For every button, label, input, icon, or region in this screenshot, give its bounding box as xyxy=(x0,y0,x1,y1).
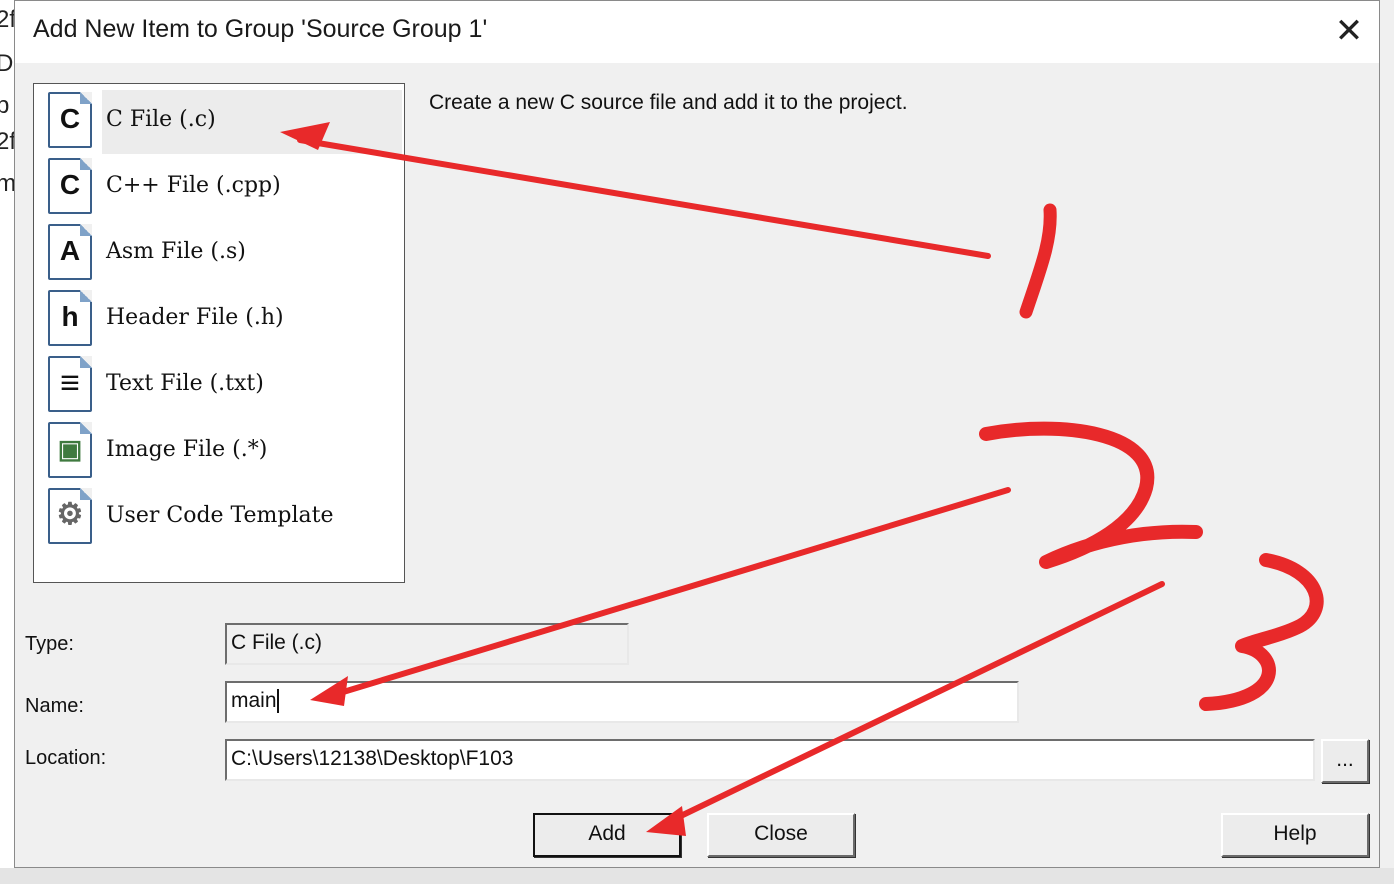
file-type-list[interactable]: C C File (.c) C C++ File (.cpp) A Asm Fi… xyxy=(33,83,405,583)
help-button[interactable]: Help xyxy=(1221,813,1369,857)
add-button[interactable]: Add xyxy=(533,813,681,857)
list-item-label: C File (.c) xyxy=(102,90,402,154)
list-item-label: C++ File (.cpp) xyxy=(106,173,281,198)
list-item-cpp-file[interactable]: C C++ File (.cpp) xyxy=(34,154,404,220)
dialog-title: Add New Item to Group 'Source Group 1' xyxy=(33,15,488,43)
location-input[interactable]: C:\Users\12138\Desktop\F103 xyxy=(225,739,1315,781)
browse-button[interactable]: ... xyxy=(1321,739,1369,783)
add-new-item-dialog: Add New Item to Group 'Source Group 1' ✕… xyxy=(14,0,1380,868)
list-item-label: Asm File (.s) xyxy=(106,239,246,264)
background-text: p xyxy=(0,92,10,119)
type-label: Type: xyxy=(25,633,74,655)
name-input[interactable]: main xyxy=(225,681,1019,723)
list-item-image-file[interactable]: ▣ Image File (.*) xyxy=(34,418,404,484)
close-icon[interactable]: ✕ xyxy=(1329,11,1369,51)
list-item-c-file[interactable]: C C File (.c) xyxy=(34,88,404,154)
list-item-label: Text File (.txt) xyxy=(106,371,264,396)
name-label: Name: xyxy=(25,695,84,717)
background-taskbar-edge xyxy=(0,868,1394,884)
list-item-label: Header File (.h) xyxy=(106,305,284,330)
c-file-icon: C xyxy=(48,92,92,148)
location-label: Location: xyxy=(25,747,107,769)
list-item-label: User Code Template xyxy=(106,503,334,528)
asm-file-icon: A xyxy=(48,224,92,280)
header-file-icon: h xyxy=(48,290,92,346)
list-item-label: Image File (.*) xyxy=(106,437,268,462)
close-button[interactable]: Close xyxy=(707,813,855,857)
cpp-file-icon: C xyxy=(48,158,92,214)
user-code-template-icon: ⚙ xyxy=(48,488,92,544)
text-caret xyxy=(276,689,279,714)
type-field: C File (.c) xyxy=(225,623,629,665)
list-item-header-file[interactable]: h Header File (.h) xyxy=(34,286,404,352)
list-item-user-code-template[interactable]: ⚙ User Code Template xyxy=(34,484,404,550)
text-file-icon: ≡ xyxy=(48,356,92,412)
list-item-text-file[interactable]: ≡ Text File (.txt) xyxy=(34,352,404,418)
name-input-value: main xyxy=(231,689,277,712)
title-bar: Add New Item to Group 'Source Group 1' ✕ xyxy=(15,1,1379,63)
list-item-asm-file[interactable]: A Asm File (.s) xyxy=(34,220,404,286)
image-file-icon: ▣ xyxy=(48,422,92,478)
file-type-description: Create a new C source file and add it to… xyxy=(429,91,908,114)
